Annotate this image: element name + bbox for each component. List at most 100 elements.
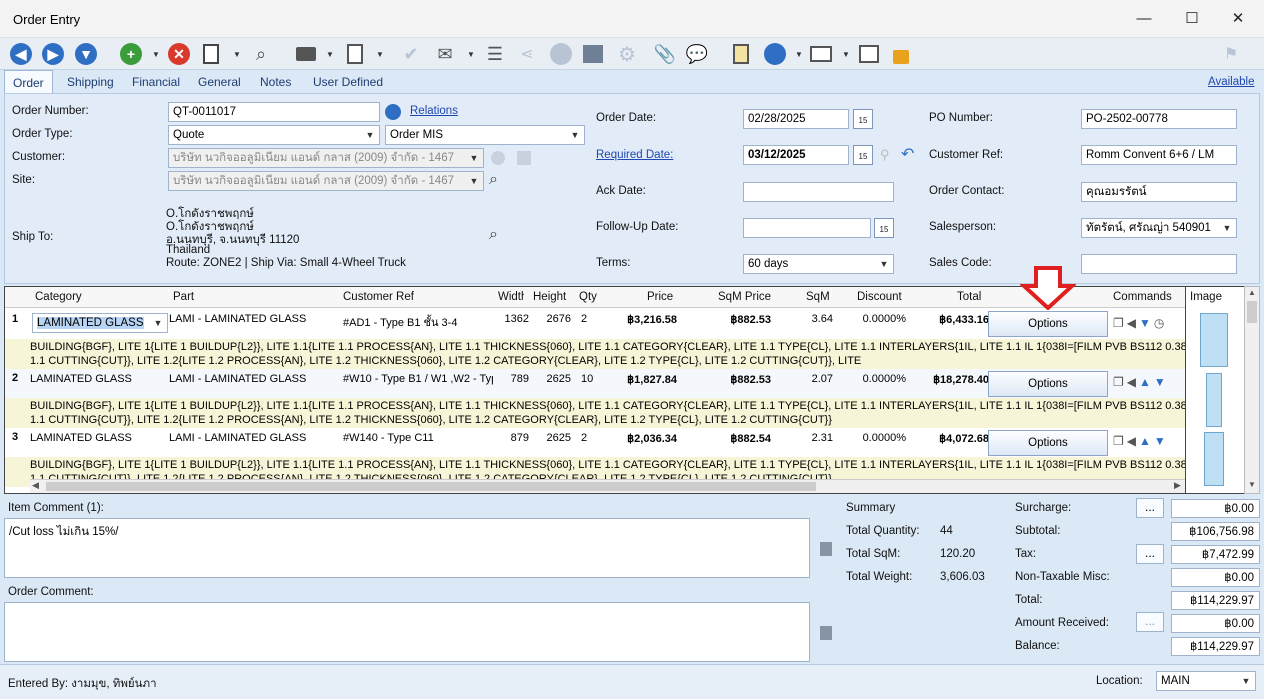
contact-icon[interactable] [762,41,788,67]
schedule-icon[interactable] [856,41,882,67]
price-cell[interactable]: ฿2,036.34 [605,432,677,445]
calendar-icon[interactable]: 15 [853,109,873,129]
minimize-button[interactable]: — [1132,8,1156,30]
print-icon[interactable] [293,41,319,67]
options-button[interactable]: Options [988,311,1108,337]
copy-icon[interactable]: ❐ [1113,316,1127,330]
order-date-field[interactable]: 02/28/2025 [743,109,849,129]
row-commands[interactable]: ❐◀▼◷ [1113,316,1167,330]
col-part[interactable]: Part [173,291,194,303]
arrow-up-icon[interactable]: ▲ [1139,434,1154,448]
copy-icon[interactable]: ❐ [1113,375,1127,389]
glass-image[interactable] [1204,432,1224,486]
speaker-icon[interactable]: ◀ [1127,434,1139,448]
close-button[interactable]: ✕ [1226,8,1250,30]
required-date-link[interactable]: Required Date: [596,149,673,161]
tab-shipping[interactable]: Shipping [59,70,122,94]
forward-icon[interactable]: ▶ [40,41,66,67]
col-qty[interactable]: Qty [579,291,597,303]
speaker-icon[interactable]: ◀ [1127,316,1139,330]
total-cell[interactable]: ฿4,072.68 [917,432,989,445]
scroll-down-icon[interactable]: ▼ [1248,480,1256,489]
part-cell[interactable]: LAMI - LAMINATED GLASS [169,313,337,325]
history-icon[interactable]: ◷ [1154,316,1167,330]
scroll-right-icon[interactable]: ▶ [1174,480,1181,491]
ack-date-field[interactable] [743,182,894,202]
share-icon[interactable]: ⋖ [514,41,540,67]
chat-icon[interactable]: 💬 [684,41,710,67]
copy-icon[interactable]: ❐ [1113,434,1127,448]
clipboard-icon[interactable] [728,41,754,67]
po-number-field[interactable]: PO-2502-00778 [1081,109,1237,129]
table-row[interactable]: 2 LAMINATED GLASS LAMI - LAMINATED GLASS… [5,369,1185,398]
chevron-down-icon[interactable]: ▼ [467,50,475,59]
search-icon[interactable]: ⌕ [248,41,274,67]
chevron-down-icon[interactable]: ▼ [149,314,167,332]
part-cell[interactable]: LAMI - LAMINATED GLASS [169,373,337,385]
chevron-down-icon[interactable]: ▼ [465,172,483,190]
vertical-scrollbar[interactable]: ▲ ▼ [1244,286,1260,494]
gear-icon[interactable]: ⚙ [614,41,640,67]
chevron-down-icon[interactable]: ▼ [842,50,850,59]
pin-icon[interactable]: ⚲ [880,147,890,163]
search-icon[interactable]: ⌕ [489,226,498,244]
order-number-field[interactable]: QT-0011017 [168,102,380,122]
email-icon[interactable]: ✉ [432,41,458,67]
col-customer-ref[interactable]: Customer Ref [343,291,414,303]
sqm-cell[interactable]: 2.31 [795,432,833,444]
width-cell[interactable]: 1362 [495,313,529,325]
row-commands[interactable]: ❐◀▲▼ [1113,434,1169,448]
part-cell[interactable]: LAMI - LAMINATED GLASS [169,432,337,444]
height-cell[interactable]: 2625 [535,373,571,385]
col-width[interactable]: Width [498,291,524,303]
glass-image[interactable] [1200,313,1228,367]
row-commands[interactable]: ❐◀▲▼ [1113,375,1169,389]
col-category[interactable]: Category [35,291,82,303]
height-cell[interactable]: 2625 [535,432,571,444]
customer-ref-cell[interactable]: #W140 - Type C11 [343,432,493,444]
chevron-down-icon[interactable]: ▼ [566,126,584,144]
order-subtype-select[interactable]: Order MIS ▼ [385,125,585,145]
calendar-icon[interactable]: 15 [853,145,873,165]
required-date-field[interactable]: 03/12/2025 [743,145,849,165]
machine-icon[interactable] [808,41,834,67]
options-button[interactable]: Options [988,371,1108,397]
print-preview-icon[interactable] [342,41,368,67]
surcharge-button[interactable]: ... [1136,498,1164,518]
globe-icon[interactable] [385,104,401,120]
chevron-down-icon[interactable]: ▼ [361,126,379,144]
col-image[interactable]: Image [1190,291,1222,303]
col-total[interactable]: Total [957,291,981,303]
arrow-down-icon[interactable]: ▼ [1139,316,1154,330]
col-commands[interactable]: Commands [1113,291,1172,303]
chevron-down-icon[interactable]: ▼ [376,50,384,59]
available-link[interactable]: Available [1208,76,1254,88]
chevron-down-icon[interactable]: ▼ [326,50,334,59]
sqm-cell[interactable]: 3.64 [795,313,833,325]
item-comment-textarea[interactable]: /Cut loss ไม่เกิน 15%/ [4,518,810,578]
notes-icon[interactable] [820,542,832,556]
scroll-thumb[interactable] [1247,301,1257,323]
order-contact-field[interactable]: คุณอมรรัตน์ [1081,182,1237,202]
translate-icon[interactable]: ⚑ [1218,41,1244,67]
qty-cell[interactable]: 10 [581,373,601,385]
price-cell[interactable]: ฿1,827.84 [605,373,677,386]
tax-button[interactable]: ... [1136,544,1164,564]
terms-select[interactable]: 60 days ▼ [743,254,894,274]
notes-icon[interactable] [820,626,832,640]
discount-cell[interactable]: 0.0000% [848,432,906,444]
qty-cell[interactable]: 2 [581,313,595,325]
followup-date-field[interactable] [743,218,871,238]
total-cell[interactable]: ฿6,433.16 [917,313,989,326]
sqm-price-cell[interactable]: ฿882.53 [695,313,771,326]
maximize-button[interactable]: ☐ [1180,8,1204,30]
calendar-icon[interactable]: 15 [874,218,894,238]
customer-ref-cell[interactable]: #AD1 - Type B1 ชั้น 3-4 [343,313,493,331]
horizontal-scrollbar[interactable]: ◀ ▶ [30,479,1185,493]
col-discount[interactable]: Discount [857,291,902,303]
speaker-icon[interactable]: ◀ [1127,375,1139,389]
add-icon[interactable]: + [118,41,144,67]
sqm-price-cell[interactable]: ฿882.53 [695,373,771,386]
check-icon[interactable]: ✔ [398,41,424,67]
tab-order[interactable]: Order [4,70,53,94]
